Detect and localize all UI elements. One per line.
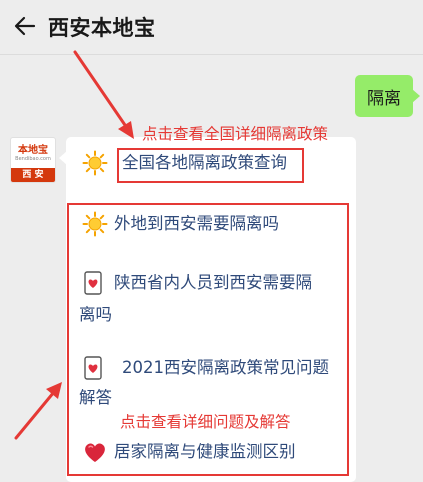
annotation-top-note: 点击查看全国详细隔离政策 [142, 125, 329, 143]
annotation-bottom-note: 点击查看详细问题及解答 [120, 413, 291, 431]
user-message-text: 隔离 [367, 88, 401, 109]
avatar-brand: 本地宝 [18, 144, 48, 156]
avatar[interactable]: 本地宝 Bendibao.com 西 安 [10, 137, 56, 183]
annotation-arrow-bottom [14, 382, 62, 440]
highlight-box-detail-links [67, 203, 349, 476]
avatar-city: 西 安 [11, 168, 55, 182]
chat-header: 西安本地宝 [0, 0, 423, 52]
header-divider [0, 54, 423, 55]
user-message-bubble: 隔离 [355, 75, 420, 117]
chat-title: 西安本地宝 [48, 16, 156, 40]
highlight-box-national-link [117, 148, 304, 183]
avatar-site: Bendibao.com [15, 155, 51, 162]
avatar-logo: 本地宝 Bendibao.com [11, 138, 55, 168]
arrow-left-icon[interactable] [12, 13, 38, 39]
annotation-arrow-top [73, 50, 134, 139]
sun-icon [82, 150, 108, 176]
